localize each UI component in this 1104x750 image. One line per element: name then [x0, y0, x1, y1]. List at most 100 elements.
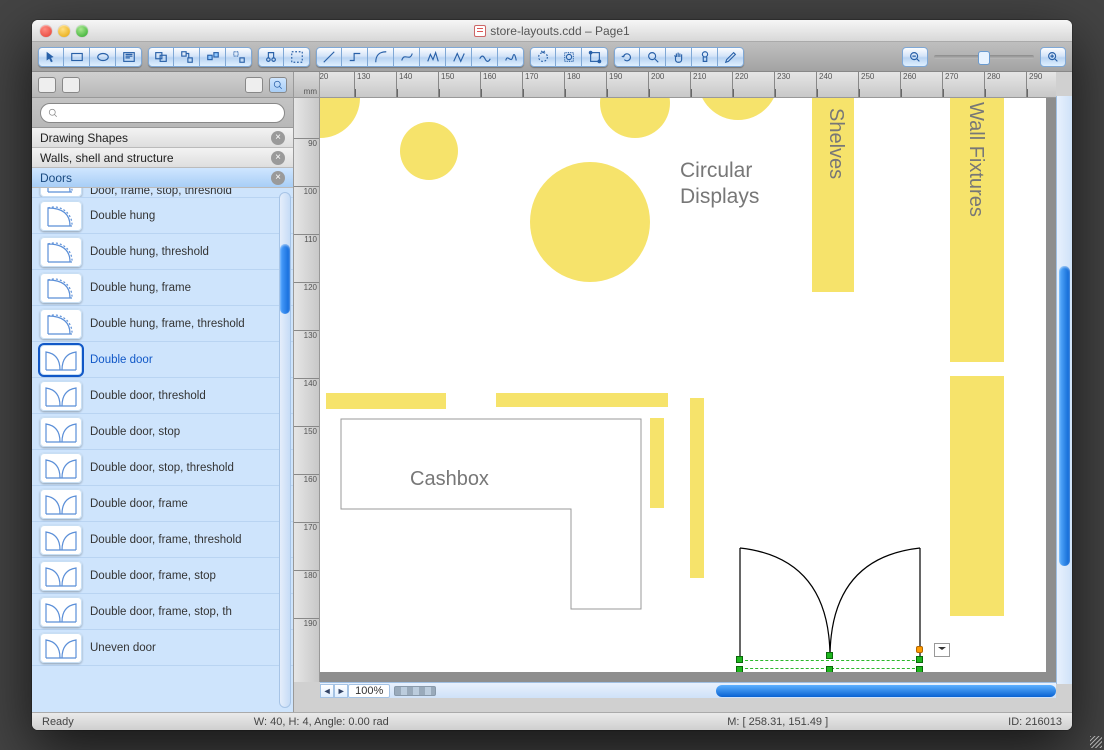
search-icon [47, 107, 59, 119]
body: Drawing Shapes×Walls, shell and structur… [32, 72, 1072, 712]
sidebar-view-controls [32, 72, 293, 98]
drawing-canvas[interactable]: Circular Displays Shelves Wall Fixtures … [320, 98, 1056, 682]
ruler-unit-label[interactable]: mm [294, 72, 320, 98]
distribute-tool[interactable] [226, 47, 252, 67]
shape-search-input[interactable] [40, 103, 285, 123]
align-tool[interactable] [200, 47, 226, 67]
status-dimensions: W: 40, H: 4, Angle: 0.00 rad [254, 716, 389, 728]
shape-label: Double hung, frame [90, 282, 191, 294]
vertical-scrollbar[interactable] [1056, 96, 1072, 684]
tree-view-button[interactable] [38, 77, 56, 93]
counter-rectangle[interactable] [326, 393, 446, 409]
shape-thumbnail [40, 188, 82, 197]
ellipse-tool[interactable] [90, 47, 116, 67]
shape-item[interactable]: Double door, frame, threshold [32, 522, 293, 558]
display-circle[interactable] [698, 98, 778, 120]
group-tool[interactable] [174, 47, 200, 67]
rectangle-tool[interactable] [64, 47, 90, 67]
shape-label: Double door, threshold [90, 390, 206, 402]
shape-item[interactable]: Double door, stop, threshold [32, 450, 293, 486]
shape-item[interactable]: Double door, stop [32, 414, 293, 450]
shape-label: Double door [90, 354, 153, 366]
vertical-ruler[interactable]: 8090100110120130140150160170180190 [294, 98, 320, 682]
horizontal-scrollbar[interactable] [716, 685, 1056, 697]
smart-tag-button[interactable] [934, 643, 950, 657]
zoom-in-button[interactable] [1040, 47, 1066, 67]
freehand-tool[interactable] [498, 47, 524, 67]
pointer-tool[interactable] [38, 47, 64, 67]
shape-item[interactable]: Double hung, frame, threshold [32, 306, 293, 342]
display-circle[interactable] [600, 98, 670, 138]
grid-tool[interactable] [284, 47, 310, 67]
list-view-button[interactable] [62, 77, 80, 93]
shape-category[interactable]: Walls, shell and structure× [32, 148, 293, 168]
counter-rectangle[interactable] [690, 398, 704, 578]
shape-list[interactable]: Door, frame, stop, thresholdDouble hungD… [32, 188, 293, 712]
rotate-tool[interactable] [530, 47, 556, 67]
shape-item[interactable]: Double door, threshold [32, 378, 293, 414]
prev-page-button[interactable]: ◄ [320, 684, 334, 698]
app-window: store-layouts.cdd – Page1 [32, 20, 1072, 730]
shape-item[interactable]: Double hung, threshold [32, 234, 293, 270]
shape-item[interactable]: Double hung, frame [32, 270, 293, 306]
selected-shape-double-door[interactable] [740, 548, 920, 673]
status-mouse-position: M: [ 258.31, 151.49 ] [727, 716, 828, 728]
shape-item[interactable]: Double door, frame [32, 486, 293, 522]
curve-tool[interactable] [394, 47, 420, 67]
shape-item[interactable]: Uneven door [32, 630, 293, 666]
close-category-icon[interactable]: × [271, 151, 285, 165]
display-circle[interactable] [400, 122, 458, 180]
canvas-edge-right [1046, 98, 1056, 682]
shape-thumbnail [40, 525, 82, 555]
display-circle[interactable] [530, 162, 650, 282]
close-category-icon[interactable]: × [271, 171, 285, 185]
line-tool[interactable] [316, 47, 342, 67]
shape-category[interactable]: Doors× [32, 168, 293, 188]
arc-tool[interactable] [368, 47, 394, 67]
connector-tool[interactable] [342, 47, 368, 67]
document-icon [474, 25, 486, 37]
shape-label: Door, frame, stop, threshold [90, 188, 232, 197]
close-category-icon[interactable]: × [271, 131, 285, 145]
refresh-tool[interactable] [614, 47, 640, 67]
shape-item[interactable]: Double door, frame, stop, th [32, 594, 293, 630]
shape-item[interactable]: Double hung [32, 198, 293, 234]
zoom-level-display[interactable]: 100% [348, 684, 390, 698]
polyline-tool[interactable] [420, 47, 446, 67]
status-object-id: ID: 216013 [1008, 716, 1062, 728]
shape-item[interactable]: Double door [32, 342, 293, 378]
snap-tool[interactable] [258, 47, 284, 67]
bezier-tool[interactable] [446, 47, 472, 67]
shape-item[interactable]: Door, frame, stop, threshold [32, 188, 293, 198]
shape-category[interactable]: Drawing Shapes× [32, 128, 293, 148]
sidebar-scrollbar[interactable] [279, 188, 291, 712]
spline-tool[interactable] [472, 47, 498, 67]
thumbnail-view-button[interactable] [245, 77, 263, 93]
shape-item[interactable]: Double door, frame, stop [32, 558, 293, 594]
page-navigator[interactable] [394, 686, 436, 696]
container-tool[interactable] [148, 47, 174, 67]
text-tool[interactable] [116, 47, 142, 67]
edit-points-tool[interactable] [582, 47, 608, 67]
window-title: store-layouts.cdd – Page1 [32, 24, 1072, 38]
search-view-button[interactable] [269, 77, 287, 93]
zoom-out-button[interactable] [902, 47, 928, 67]
horizontal-scrollbar-region: ◄ ► 100% [320, 682, 1056, 698]
cashbox-shape[interactable] [340, 418, 680, 618]
zoom-tool[interactable] [640, 47, 666, 67]
horizontal-ruler[interactable]: 1201301401501601701801902002102202302402… [320, 72, 1056, 98]
wall-fixtures-rectangle[interactable] [950, 376, 1004, 616]
crop-tool[interactable] [556, 47, 582, 67]
pan-tool[interactable] [666, 47, 692, 67]
shape-label: Double door, stop, threshold [90, 462, 234, 474]
zoom-slider[interactable] [934, 55, 1034, 59]
format-painter-tool[interactable] [718, 47, 744, 67]
shape-thumbnail [40, 561, 82, 591]
shape-label: Double hung, frame, threshold [90, 318, 245, 330]
next-page-button[interactable]: ► [334, 684, 348, 698]
shape-thumbnail [40, 489, 82, 519]
eyedropper-tool[interactable] [692, 47, 718, 67]
main-toolbar [32, 42, 1072, 72]
display-circle[interactable] [320, 98, 360, 138]
counter-rectangle[interactable] [496, 393, 668, 407]
